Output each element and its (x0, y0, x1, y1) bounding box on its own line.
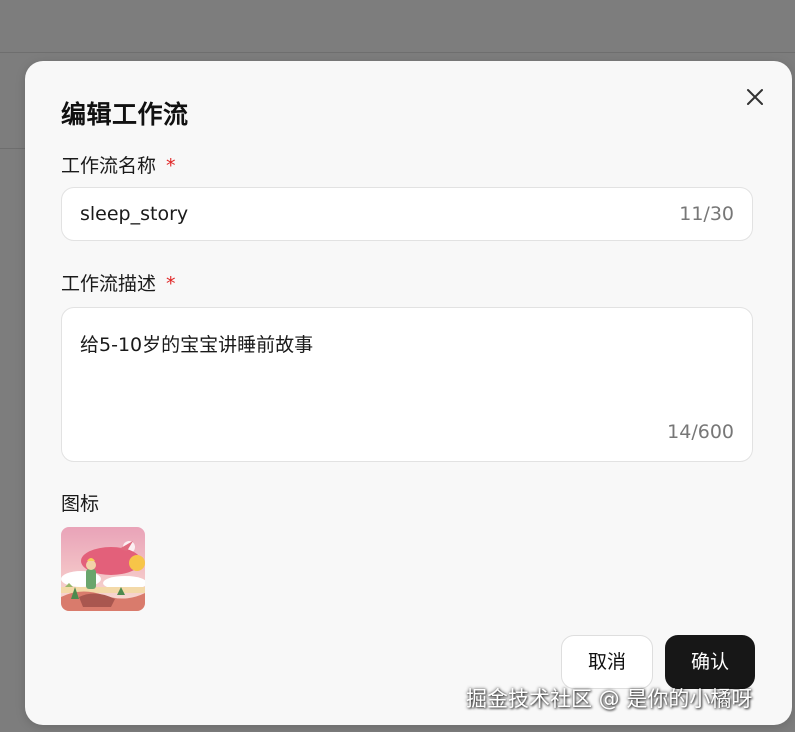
close-icon[interactable] (743, 85, 767, 109)
workflow-description-textarea[interactable]: 给5-10岁的宝宝讲睡前故事 14/600 (61, 307, 753, 462)
description-label-text: 工作流描述 (61, 273, 157, 295)
workflow-name-input[interactable]: sleep_story 11/30 (61, 187, 753, 241)
description-char-counter: 14/600 (667, 421, 734, 443)
required-mark: * (166, 155, 176, 177)
workflow-illustration-icon[interactable] (61, 527, 145, 611)
name-label-text: 工作流名称 (61, 155, 157, 177)
confirm-button[interactable]: 确认 (665, 635, 755, 689)
dialog-title: 编辑工作流 (61, 100, 189, 129)
watermark-text: 掘金技术社区 @ 是你的小橘呀 (466, 687, 753, 711)
workflow-description-value: 给5-10岁的宝宝讲睡前故事 (80, 334, 314, 356)
name-field-label: 工作流名称 * (61, 151, 176, 178)
cancel-button[interactable]: 取消 (561, 635, 653, 689)
background-divider (0, 52, 795, 53)
workflow-name-value: sleep_story (80, 203, 189, 225)
required-mark: * (166, 273, 176, 295)
edit-workflow-dialog: 编辑工作流 工作流名称 * sleep_story 11/30 工作流描述 * 给5… (25, 61, 792, 725)
description-field-label: 工作流描述 * (61, 269, 176, 296)
icon-label: 图标 (61, 493, 100, 515)
name-char-counter: 11/30 (679, 203, 734, 225)
